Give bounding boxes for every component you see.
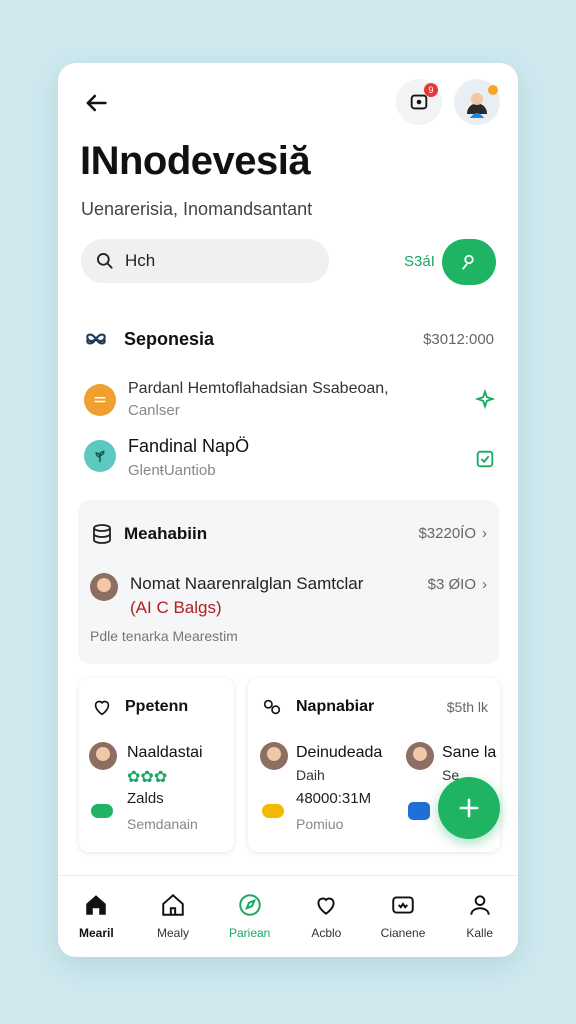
search-input[interactable]: Hch [81,239,329,283]
row-tag: (AI C Balgs) [130,598,222,617]
check-square-icon[interactable] [474,448,496,470]
user-search-icon [462,254,474,270]
plus-icon [459,798,479,818]
row-value[interactable]: $3 ØIO › [428,576,487,593]
nav-label: Kalle [466,926,494,940]
card-footer: Pomiuo [296,816,344,832]
section-header-seponesia[interactable]: Seponesia $3012:000 [82,325,494,353]
list-item[interactable]: Fandinal NapÖ GlenŧUantiob [84,436,496,480]
nav-label: Cianene [380,926,426,940]
nav-item-acblo[interactable]: Acblo [288,876,365,957]
flower-icon [86,333,106,345]
section-value: $3012:000 [423,330,494,348]
card-footer: Pdle tenarka Mearestim [90,628,238,644]
profile-icon [470,895,490,915]
card-sub: Daih [296,767,325,783]
search-icon [97,252,113,269]
nav-label: Mearil [78,926,114,940]
heart-outline-icon [94,700,110,716]
nav-item-home[interactable]: Mearil [58,876,135,957]
bottom-nav: Mearil Mealy Pariean Acblo Cianene Kalle [58,875,518,957]
ppetenn-card[interactable]: Ppetenn Naaldastai ✿✿✿ Zalds Semdanain [79,678,234,852]
section-title: Seponesia [124,328,215,349]
compass-icon [238,894,261,916]
profile-avatar-button[interactable] [454,79,500,125]
avatar [406,742,434,770]
list-item[interactable]: Pardanl Hemtoflahadsian Ssabeoan, Canlse… [84,380,496,424]
database-icon [90,522,114,551]
row-value-text: $3 ØIO [427,576,476,593]
chevron-right-icon: › [482,576,487,593]
card-footer: Semdanain [127,816,198,832]
avatar [260,742,288,770]
card-amount: 48000:31M [296,790,372,807]
tv-icon [392,896,414,914]
notification-button[interactable]: 9 [396,79,442,125]
nav-item-mealy[interactable]: Mealy [135,876,212,957]
nav-label: Mealy [157,926,190,940]
chevron-right-icon: › [482,525,487,542]
card-value: $5th lk [446,699,488,715]
plant-icon [84,440,116,472]
avatar [90,573,118,601]
link-icon [263,699,281,715]
back-arrow-icon[interactable] [82,89,110,117]
nav-item-pariean[interactable]: Pariean [211,876,288,957]
section-value: $3220ÍO [418,525,476,542]
nav-item-kalle[interactable]: Kalle [441,876,518,957]
search-side-text: S3áI [404,253,435,270]
notification-badge: 9 [424,83,438,97]
card-title: Ppetenn [125,698,189,715]
status-dot [488,85,498,95]
item-title: Pardanl Hemtoflahadsian Ssabeoan, [128,380,389,397]
nav-label: Pariean [228,926,271,940]
page-subtitle: Uenarerisia, Inomandsantant [81,199,313,219]
house-outline-icon [162,893,184,916]
meahabiin-card[interactable]: Meahabiin $3220ÍO › Nomat Naarenralglan … [78,500,499,664]
app-screen: 9 INnodevesiă Uenarerisia, Inomandsantan… [58,63,518,957]
heart-icon [317,897,335,915]
item-subtitle: GlenŧUantiob [128,462,216,479]
search-placeholder: Hch [125,251,156,270]
row-title: Nomat Naarenralglan Samtclar [130,574,364,593]
section-value-row[interactable]: $3220ÍO › [418,525,487,542]
section-title: Meahabiin [124,524,208,543]
sparkle-icon[interactable] [474,388,496,410]
item-subtitle: Canlser [128,402,180,419]
card-name: Deinudeada [296,744,383,761]
card-name-2: Sane la [442,744,497,761]
search-action-button[interactable] [442,239,496,285]
rating-stars: ✿✿✿ [127,769,168,786]
nav-item-cianene[interactable]: Cianene [365,876,442,957]
card-title: Napnabiar [296,698,375,715]
add-button[interactable] [438,777,500,839]
home-icon [86,895,107,915]
item-title: Fandinal NapÖ [128,436,250,456]
card-name: Naaldastai [127,744,203,761]
card-label: Zalds [127,790,164,807]
status-pill [262,804,284,818]
nav-label: Acblo [311,926,342,940]
avatar [89,742,117,770]
status-pill [408,802,430,820]
coin-icon [84,384,116,416]
status-pill [91,804,113,818]
page-title: INnodevesiă [80,139,311,183]
